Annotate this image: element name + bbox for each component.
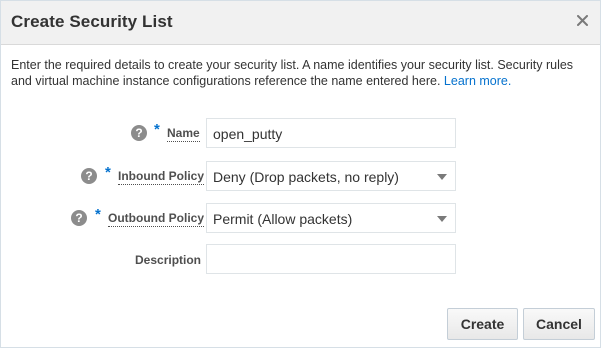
cancel-button[interactable]: Cancel bbox=[523, 308, 595, 340]
dialog-title: Create Security List bbox=[11, 12, 173, 31]
required-asterisk: * bbox=[154, 121, 160, 138]
outbound-policy-value: Permit (Allow packets) bbox=[213, 211, 353, 227]
dialog-header: Create Security List bbox=[1, 1, 600, 45]
inbound-policy-help-icon[interactable]: ? bbox=[81, 168, 97, 184]
name-label: Name bbox=[167, 126, 200, 142]
inbound-policy-value: Deny (Drop packets, no reply) bbox=[213, 169, 399, 185]
description-label: Description bbox=[135, 253, 202, 267]
required-asterisk: * bbox=[95, 206, 101, 223]
description-input[interactable] bbox=[206, 244, 456, 274]
required-asterisk: * bbox=[105, 164, 111, 181]
intro-text: Enter the required details to create you… bbox=[11, 57, 591, 89]
create-security-list-dialog: Create Security List Enter the required … bbox=[0, 0, 601, 348]
outbound-policy-label: Outbound Policy bbox=[108, 211, 204, 227]
chevron-down-icon bbox=[437, 216, 447, 222]
name-input-value: open_putty bbox=[213, 126, 283, 142]
outbound-policy-select[interactable]: Permit (Allow packets) bbox=[206, 203, 456, 233]
inbound-policy-label: Inbound Policy bbox=[118, 169, 204, 185]
outbound-policy-help-icon[interactable]: ? bbox=[71, 210, 87, 226]
name-help-icon[interactable]: ? bbox=[131, 125, 147, 141]
close-icon[interactable] bbox=[572, 10, 592, 30]
chevron-down-icon bbox=[437, 174, 447, 180]
learn-more-link[interactable]: Learn more. bbox=[444, 74, 511, 88]
inbound-policy-select[interactable]: Deny (Drop packets, no reply) bbox=[206, 161, 456, 191]
create-button[interactable]: Create bbox=[447, 308, 518, 340]
name-input[interactable]: open_putty bbox=[206, 118, 456, 148]
